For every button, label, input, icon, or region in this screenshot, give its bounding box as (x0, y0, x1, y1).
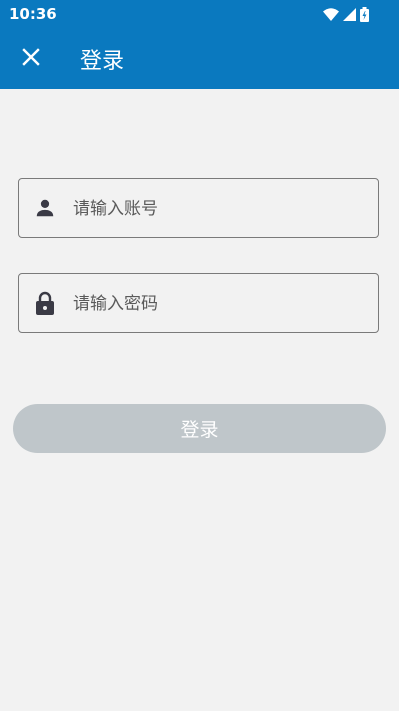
battery-icon (360, 6, 369, 22)
lock-icon (34, 291, 56, 315)
status-bar: 10:36 (0, 0, 399, 28)
app-bar: 10:36 登录 (0, 0, 399, 89)
password-input[interactable] (71, 274, 375, 334)
status-time: 10:36 (9, 5, 57, 23)
password-field[interactable] (18, 273, 379, 334)
person-icon (34, 197, 56, 219)
close-button[interactable] (14, 42, 48, 76)
login-button[interactable]: 登录 (13, 404, 386, 453)
login-button-label: 登录 (180, 419, 219, 441)
account-field[interactable] (18, 178, 379, 239)
toolbar: 登录 (0, 28, 399, 89)
signal-icon (343, 7, 356, 21)
page-title: 登录 (80, 49, 125, 74)
close-icon (22, 48, 40, 70)
status-icons (323, 6, 369, 22)
wifi-icon (323, 7, 339, 21)
account-input[interactable] (71, 179, 375, 239)
